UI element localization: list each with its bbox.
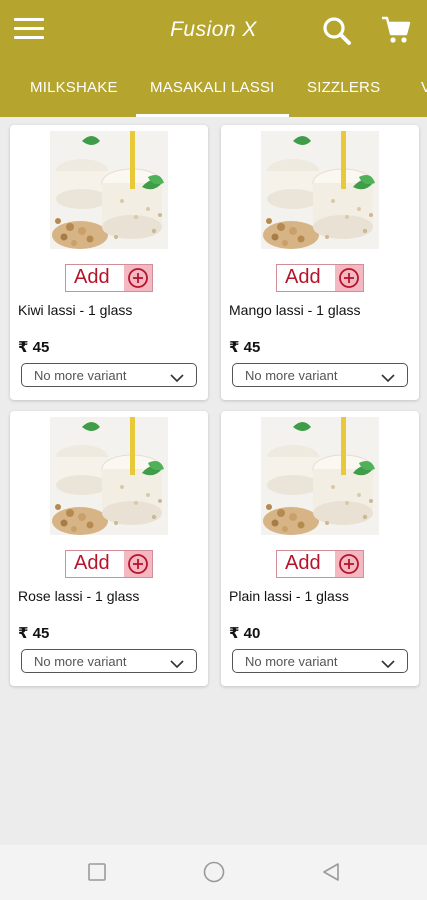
add-button[interactable]: Add: [65, 264, 153, 292]
chevron-down-icon: [170, 370, 184, 388]
product-price: ₹ 40: [229, 625, 261, 642]
add-button-label: Add: [74, 266, 110, 288]
product-name: Rose lassi - 1 glass: [18, 588, 140, 604]
product-price: ₹ 45: [18, 625, 50, 642]
variant-select-label: No more variant: [34, 368, 127, 383]
cart-icon[interactable]: [380, 14, 412, 46]
recent-apps-icon[interactable]: [88, 863, 106, 886]
search-icon[interactable]: [320, 14, 354, 48]
tab-sizzlers[interactable]: SIZZLERS: [307, 62, 380, 117]
add-button-label: Add: [74, 552, 110, 574]
add-button-label: Add: [285, 266, 321, 288]
app-bar: Fusion X MILKSHAKE MASAKALI LASSI SIZZLE…: [0, 0, 427, 117]
product-name: Kiwi lassi - 1 glass: [18, 302, 133, 318]
product-name: Mango lassi - 1 glass: [229, 302, 361, 318]
chevron-down-icon: [381, 656, 395, 674]
add-button-label: Add: [285, 552, 321, 574]
tab-more[interactable]: V: [421, 62, 427, 117]
product-image[interactable]: [50, 417, 168, 535]
product-card[interactable]: Add Kiwi lassi - 1 glass ₹ 45 No more va…: [10, 125, 208, 400]
add-button[interactable]: Add: [276, 550, 364, 578]
chevron-down-icon: [381, 370, 395, 388]
system-nav-bar: [0, 845, 427, 900]
top-bar: Fusion X: [0, 0, 427, 62]
variant-select-label: No more variant: [34, 654, 127, 669]
variant-select-label: No more variant: [245, 368, 338, 383]
variant-select[interactable]: No more variant: [232, 649, 408, 673]
product-price: ₹ 45: [18, 339, 50, 356]
tab-milkshake[interactable]: MILKSHAKE: [30, 62, 118, 117]
product-image[interactable]: [50, 131, 168, 249]
product-image[interactable]: [261, 131, 379, 249]
product-price: ₹ 45: [229, 339, 261, 356]
product-card[interactable]: Add Rose lassi - 1 glass ₹ 45 No more va…: [10, 411, 208, 686]
plus-circle-icon: [335, 551, 363, 577]
variant-select[interactable]: No more variant: [21, 649, 197, 673]
add-button[interactable]: Add: [65, 550, 153, 578]
product-name: Plain lassi - 1 glass: [229, 588, 349, 604]
variant-select[interactable]: No more variant: [21, 363, 197, 387]
home-icon[interactable]: [203, 861, 225, 888]
tab-masakali-lassi[interactable]: MASAKALI LASSI: [136, 62, 289, 117]
chevron-down-icon: [170, 656, 184, 674]
plus-circle-icon: [124, 265, 152, 291]
app-title: Fusion X: [170, 18, 257, 41]
back-icon[interactable]: [321, 862, 341, 887]
product-card[interactable]: Add Mango lassi - 1 glass ₹ 45 No more v…: [221, 125, 419, 400]
add-button[interactable]: Add: [276, 264, 364, 292]
plus-circle-icon: [335, 265, 363, 291]
product-image[interactable]: [261, 417, 379, 535]
product-card[interactable]: Add Plain lassi - 1 glass ₹ 40 No more v…: [221, 411, 419, 686]
variant-select[interactable]: No more variant: [232, 363, 408, 387]
variant-select-label: No more variant: [245, 654, 338, 669]
plus-circle-icon: [124, 551, 152, 577]
category-tabs: MILKSHAKE MASAKALI LASSI SIZZLERS V: [0, 62, 427, 117]
